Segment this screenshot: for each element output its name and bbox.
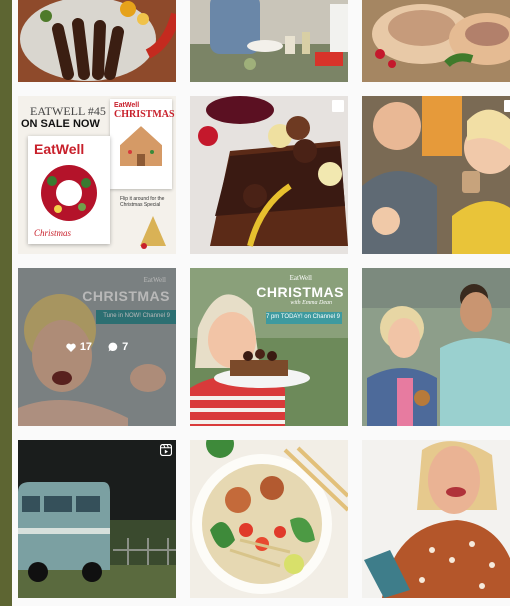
hosts-toast-image xyxy=(362,96,510,254)
heart-icon xyxy=(66,343,76,352)
promo-subtitle: with Emma Dean xyxy=(290,300,332,306)
front-cover-brand: EatWell xyxy=(34,141,85,157)
post-tile-hosts-toast[interactable] xyxy=(362,96,510,254)
likes-count: 17 xyxy=(79,341,93,353)
post-tile-chocolate-cake[interactable] xyxy=(190,96,348,254)
post-tile-kitchen-prep[interactable] xyxy=(190,0,348,82)
wreath-dessert-icon xyxy=(41,165,97,221)
vintage-van-image xyxy=(18,440,176,598)
roast-lamb-image xyxy=(18,0,176,82)
host-with-book-image xyxy=(362,440,510,598)
magazine-back-cover: EatWell CHRISTMAS xyxy=(110,99,175,189)
profile-post-grid: EATWELL #45 ON SALE NOW EatWell CHRISTMA… xyxy=(12,0,510,606)
promo-tagline: 7 pm TODAY! on Channel 9 xyxy=(265,314,340,320)
promo-brand: EatWell xyxy=(289,274,312,282)
hosts-outdoor-image xyxy=(362,268,510,426)
chocolate-cake-image xyxy=(190,96,348,254)
front-cover-label: Christmas xyxy=(34,228,72,238)
post-hover-overlay: 17 7 xyxy=(18,268,176,426)
post-tile-host-book[interactable] xyxy=(362,440,510,598)
post-tile-christmas-promo-laughing[interactable]: EatWell CHRISTMAS Tune in NOW! Channel 9… xyxy=(18,268,176,426)
post-tile-magazine-cover[interactable]: EATWELL #45 ON SALE NOW EatWell CHRISTMA… xyxy=(18,96,176,254)
back-cover-brand: EatWell xyxy=(114,102,140,109)
comment-bubble-icon xyxy=(108,342,118,352)
post-tile-stuffed-pork[interactable] xyxy=(362,0,510,82)
stuffed-pork-image xyxy=(362,0,510,82)
multi-photo-icon xyxy=(504,100,510,112)
magazine-front-cover: EatWell Christmas xyxy=(28,136,110,244)
post-tile-vintage-van[interactable] xyxy=(18,440,176,598)
post-tile-roast-lamb[interactable] xyxy=(18,0,176,82)
post-tile-noodle-salad[interactable] xyxy=(190,440,348,598)
tree-ornament-icon xyxy=(140,216,166,249)
post-tile-hosts-outdoor[interactable] xyxy=(362,268,510,426)
comments-count: 7 xyxy=(122,341,129,353)
flip-note: Flip it around for the Christmas Special xyxy=(120,196,165,208)
promo-title: CHRISTMAS xyxy=(256,284,344,300)
magazine-sale-text: ON SALE NOW xyxy=(21,118,100,130)
back-cover-title: CHRISTMAS xyxy=(114,109,175,120)
multi-photo-icon xyxy=(332,100,344,112)
likes-stat: 17 xyxy=(66,341,92,353)
magazine-issue-text: EATWELL #45 xyxy=(30,104,106,118)
gingerbread-house-icon xyxy=(116,121,166,166)
reel-icon xyxy=(160,444,172,456)
comments-stat: 7 xyxy=(108,341,128,353)
noodle-salad-image xyxy=(190,440,348,598)
post-tile-christmas-promo-cake[interactable]: EatWell CHRISTMAS with Emma Dean 7 pm TO… xyxy=(190,268,348,426)
kitchen-prep-image xyxy=(190,0,348,82)
